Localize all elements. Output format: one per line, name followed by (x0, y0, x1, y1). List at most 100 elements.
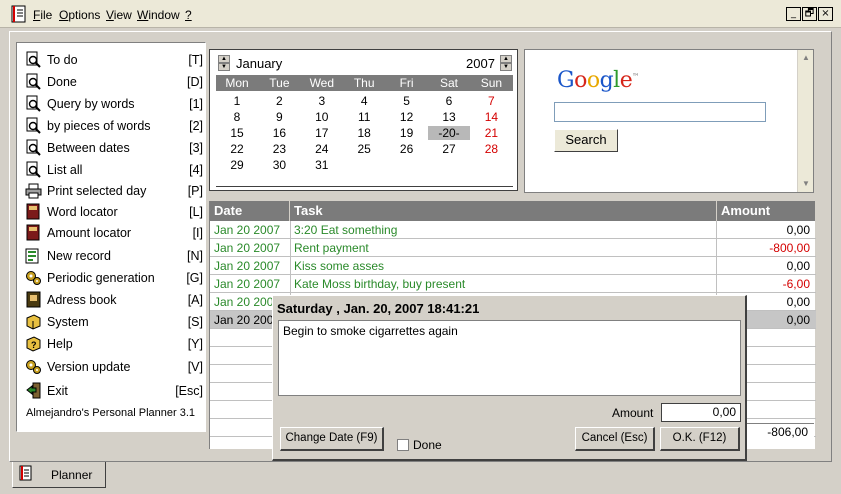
calendar-weekday-header: Mon Tue Wed Thu Fri Sat Sun (216, 75, 513, 91)
sidebar: Almejandro's Personal Planner 3.1 To do [… (16, 42, 206, 432)
menu-window[interactable]: Window (137, 8, 180, 22)
calendar-divider (216, 186, 513, 187)
calendar-day[interactable]: 8 (216, 110, 258, 124)
amount-input[interactable]: 0,00 (661, 403, 741, 422)
cancel-button[interactable]: Cancel (Esc) (575, 427, 655, 451)
calendar-day[interactable]: 10 (301, 110, 343, 124)
calendar-day[interactable]: 19 (386, 126, 428, 140)
calendar-day[interactable]: 15 (216, 126, 258, 140)
calendar-day[interactable]: 7 (470, 94, 512, 108)
google-search-button[interactable]: Search (554, 129, 618, 152)
month-down-icon[interactable]: ▼ (218, 63, 230, 71)
restore-button[interactable]: 🗗 (802, 7, 817, 21)
scroll-down-icon[interactable]: ▼ (799, 177, 813, 191)
column-header-date[interactable]: Date (210, 201, 290, 221)
calendar-day[interactable]: 22 (216, 142, 258, 156)
planner-app-icon[interactable] (9, 4, 28, 24)
calendar-day[interactable]: 11 (343, 110, 385, 124)
sidebar-item-label: Help (47, 337, 73, 351)
table-row[interactable]: Jan 20 2007 Rent payment -800,00 (210, 239, 816, 257)
sidebar-item-to-do[interactable]: To do [T] (25, 50, 203, 70)
table-row[interactable]: Jan 20 2007 Kate Moss birthday, buy prese… (210, 275, 816, 293)
planner-tab-icon (19, 465, 32, 481)
calendar-day[interactable]: 2 (258, 94, 300, 108)
menu-view[interactable]: View (106, 8, 132, 22)
scroll-up-icon[interactable]: ▲ (799, 51, 813, 65)
calendar-day[interactable]: 9 (258, 110, 300, 124)
calendar-day[interactable]: 1 (216, 94, 258, 108)
calendar-day[interactable]: 30 (258, 158, 300, 172)
sidebar-item-word-locator[interactable]: Word locator [L] (25, 202, 203, 222)
close-button[interactable]: × (818, 7, 833, 21)
year-up-icon[interactable]: ▲ (500, 55, 512, 63)
sidebar-item-shortcut: [P] (187, 184, 203, 198)
calendar-day[interactable]: 26 (386, 142, 428, 156)
calendar-day[interactable]: 18 (343, 126, 385, 140)
sidebar-item-print-selected-day[interactable]: Print selected day [P] (25, 181, 203, 201)
calendar-day[interactable]: 25 (343, 142, 385, 156)
calendar-day[interactable]: 28 (470, 142, 512, 156)
calendar-day[interactable]: 14 (470, 110, 512, 124)
magnifier-doc-icon (26, 51, 41, 68)
calendar-day[interactable]: 12 (386, 110, 428, 124)
calendar-day[interactable]: 3 (301, 94, 343, 108)
weekday-label: Sun (480, 76, 503, 90)
sidebar-item-label: List all (47, 163, 83, 177)
sidebar-item-by-pieces-of-words[interactable]: by pieces of words [2] (25, 116, 203, 136)
column-header-amount[interactable]: Amount (717, 201, 816, 221)
month-up-icon[interactable]: ▲ (218, 55, 230, 63)
sidebar-item-list-all[interactable]: List all [4] (25, 160, 203, 180)
tab-planner[interactable]: Planner (12, 462, 106, 488)
sidebar-item-query-by-words[interactable]: Query by words [1] (25, 94, 203, 114)
sidebar-item-shortcut: [V] (187, 360, 203, 374)
sidebar-item-between-dates[interactable]: Between dates [3] (25, 138, 203, 158)
calendar-day[interactable]: 5 (386, 94, 428, 108)
new-record-icon (25, 248, 39, 264)
help-icon: ? (26, 336, 41, 352)
calendar-day[interactable]: 21 (470, 126, 512, 140)
menu-help[interactable]: ? (185, 8, 192, 22)
sidebar-item-done[interactable]: Done [D] (25, 72, 203, 92)
ok-button[interactable]: O.K. (F12) (660, 427, 740, 451)
change-date-button[interactable]: Change Date (F9) (280, 427, 384, 451)
sidebar-item-help[interactable]: ? Help [Y] (25, 334, 203, 354)
row-date: Jan 20 2007 (214, 241, 281, 255)
calendar-day[interactable]: 27 (428, 142, 470, 156)
google-scrollbar[interactable]: ▲ ▼ (797, 50, 813, 192)
month-spinner[interactable]: ▲ ▼ (218, 55, 230, 71)
calendar-day[interactable]: 23 (258, 142, 300, 156)
sidebar-item-periodic-generation[interactable]: Periodic generation [G] (25, 268, 203, 288)
calendar-day[interactable]: 29 (216, 158, 258, 172)
calendar-month: January (236, 56, 283, 71)
calendar-day[interactable]: 17 (301, 126, 343, 140)
sidebar-item-exit[interactable]: Exit [Esc] (25, 381, 203, 401)
year-spinner[interactable]: ▲ ▼ (500, 55, 512, 71)
calendar-day[interactable]: 16 (258, 126, 300, 140)
task-text-area[interactable]: Begin to smoke cigarrettes again (278, 320, 741, 396)
sidebar-item-label: Between dates (47, 141, 130, 155)
minimize-button[interactable]: _ (786, 7, 801, 21)
google-search-input[interactable] (554, 102, 766, 122)
sidebar-item-label: To do (47, 53, 78, 67)
sidebar-item-amount-locator[interactable]: Amount locator [I] (25, 223, 203, 243)
year-down-icon[interactable]: ▼ (500, 63, 512, 71)
sidebar-item-system[interactable]: System [S] (25, 312, 203, 332)
done-checkbox[interactable] (397, 439, 409, 451)
row-task: 3:20 Eat something (294, 223, 398, 237)
calendar-day[interactable]: 31 (301, 158, 343, 172)
menu-options[interactable]: Options (59, 8, 100, 22)
sidebar-item-version-update[interactable]: Version update [V] (25, 357, 203, 377)
calendar-day[interactable]: 4 (343, 94, 385, 108)
calendar-day[interactable]: 24 (301, 142, 343, 156)
column-header-task[interactable]: Task (290, 201, 717, 221)
calendar-day[interactable]: -20- (428, 126, 470, 140)
sidebar-item-new-record[interactable]: New record [N] (25, 246, 203, 266)
calendar-day[interactable]: 6 (428, 94, 470, 108)
calendar-day[interactable]: 13 (428, 110, 470, 124)
sidebar-item-adress-book[interactable]: Adress book [A] (25, 290, 203, 310)
menu-file[interactable]: File (33, 8, 52, 22)
table-row[interactable]: Jan 20 2007 3:20 Eat something 0,00 (210, 221, 816, 239)
table-row[interactable]: Jan 20 2007 Kiss some asses 0,00 (210, 257, 816, 275)
magnifier-doc-icon (26, 73, 41, 90)
sidebar-item-shortcut: [G] (186, 271, 203, 285)
